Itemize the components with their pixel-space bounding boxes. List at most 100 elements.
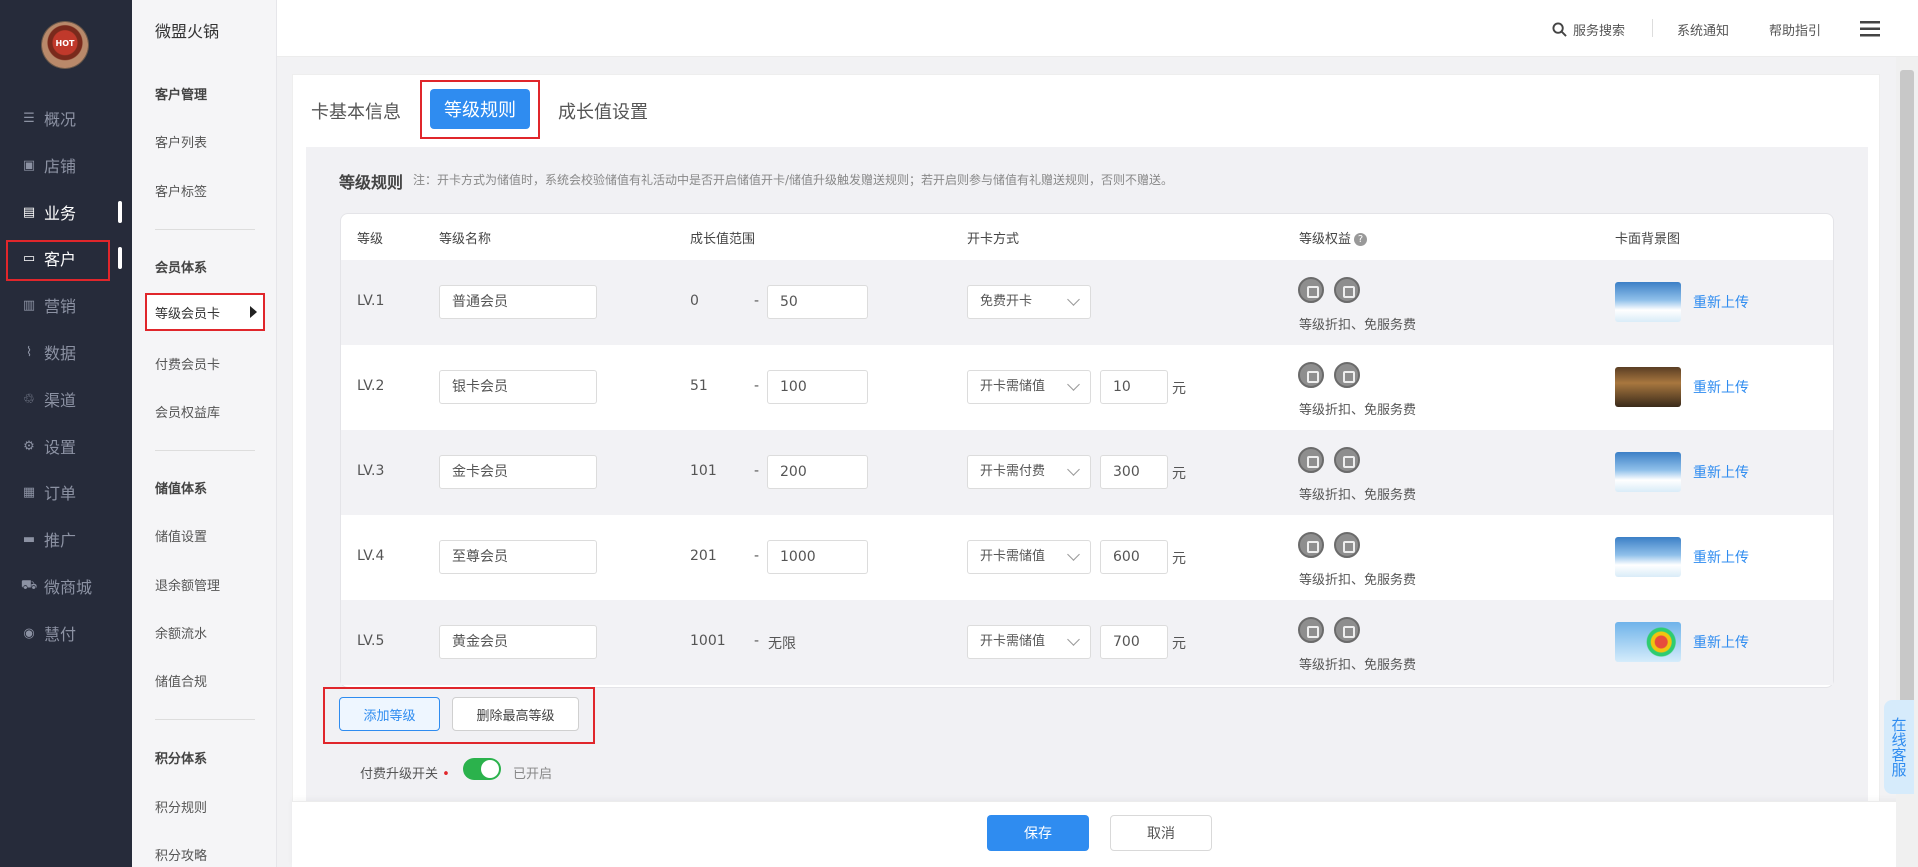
level-name-input[interactable]: 至尊会员 xyxy=(439,540,597,574)
discount-icon[interactable] xyxy=(1298,532,1324,558)
range-dash: - xyxy=(754,378,760,394)
col-header-background: 卡面背景图 xyxy=(1615,232,1681,247)
gear-icon: ⚙ xyxy=(23,438,35,454)
reupload-link[interactable]: 重新上传 xyxy=(1693,632,1749,652)
subnav-item-paid-card[interactable]: 付费会员卡 xyxy=(155,354,220,373)
subnav-item-customer-list[interactable]: 客户列表 xyxy=(155,132,207,151)
nav-item-8[interactable]: ▦ 订单 xyxy=(20,477,118,507)
subnav-item-points-rules[interactable]: 积分规则 xyxy=(155,797,207,816)
benefits-text: 等级折扣、免服务费 xyxy=(1299,488,1417,503)
subnav-section-customer: 客户管理 xyxy=(155,88,208,103)
nav-item-11[interactable]: ◉ 慧付 xyxy=(20,618,118,648)
reupload-link[interactable]: 重新上传 xyxy=(1693,377,1749,397)
discount-icon[interactable] xyxy=(1298,617,1324,643)
card-background-thumbnail xyxy=(1615,537,1681,577)
subnav-item-stored-value-settings[interactable]: 储值设置 xyxy=(155,526,207,545)
list-icon: ☰ xyxy=(23,110,35,126)
level-name-input[interactable]: 普通会员 xyxy=(439,285,597,319)
service-fee-icon[interactable] xyxy=(1334,617,1360,643)
service-search-button[interactable]: 服务搜索 xyxy=(1552,20,1625,39)
service-fee-icon[interactable] xyxy=(1334,277,1360,303)
paid-upgrade-toggle[interactable] xyxy=(463,758,501,780)
paid-upgrade-label-text: 付费升级开关 xyxy=(360,767,439,782)
open-amount-input[interactable]: 10 xyxy=(1100,370,1168,404)
discount-icon[interactable] xyxy=(1298,447,1324,473)
growth-max-input[interactable]: 50 xyxy=(767,285,868,319)
save-button[interactable]: 保存 xyxy=(987,815,1089,851)
open-method-select[interactable]: 开卡需付费 xyxy=(967,455,1091,489)
reupload-link[interactable]: 重新上传 xyxy=(1693,462,1749,482)
nav-item-5[interactable]: ⌇ 数据 xyxy=(20,337,118,367)
subnav-section-member: 会员体系 xyxy=(155,261,208,276)
store-icon: ▣ xyxy=(22,157,36,173)
growth-min: 0 xyxy=(690,293,699,309)
online-support-button[interactable]: 在线客服 xyxy=(1884,700,1914,794)
open-amount-input[interactable]: 600 xyxy=(1100,540,1168,574)
growth-max-input[interactable]: 200 xyxy=(767,455,868,489)
paid-upgrade-status: 已开启 xyxy=(513,767,553,782)
nav-item-9[interactable]: ▬ 推广 xyxy=(20,524,118,554)
highlight-customer-nav xyxy=(6,240,110,281)
reupload-link[interactable]: 重新上传 xyxy=(1693,547,1749,567)
open-method-select[interactable]: 开卡需储值 xyxy=(967,625,1091,659)
service-search-label: 服务搜索 xyxy=(1573,24,1626,39)
divider xyxy=(155,450,255,451)
open-method-select[interactable]: 开卡需储值 xyxy=(967,370,1091,404)
growth-max-input[interactable]: 100 xyxy=(767,370,868,404)
growth-min: 1001 xyxy=(690,633,726,649)
card-background-thumbnail xyxy=(1615,622,1681,662)
level-name-input[interactable]: 金卡会员 xyxy=(439,455,597,489)
open-method-value: 开卡需储值 xyxy=(980,549,1046,564)
service-fee-icon[interactable] xyxy=(1334,532,1360,558)
growth-max-unlimited: 无限 xyxy=(768,636,796,652)
col-header-benefits-label: 等级权益 xyxy=(1299,232,1352,247)
cancel-button[interactable]: 取消 xyxy=(1110,815,1212,851)
subnav-section-points: 积分体系 xyxy=(155,752,208,767)
trend-icon: ⌇ xyxy=(25,344,33,360)
growth-max-input[interactable]: 1000 xyxy=(767,540,868,574)
reupload-link[interactable]: 重新上传 xyxy=(1693,292,1749,312)
open-amount-input[interactable]: 300 xyxy=(1100,455,1168,489)
benefits-text: 等级折扣、免服务费 xyxy=(1299,658,1417,673)
help-icon[interactable]: ? xyxy=(1354,233,1368,246)
sub-nav: 微盟火锅 客户管理 客户列表 客户标签 会员体系 付费会员卡 会员权益库 储值体… xyxy=(132,0,277,867)
subnav-item-balance-flow[interactable]: 余额流水 xyxy=(155,623,207,642)
subnav-item-stored-value-compliance[interactable]: 储值合规 xyxy=(155,671,207,690)
menu-icon[interactable] xyxy=(1860,20,1880,38)
tab-growth-settings[interactable]: 成长值设置 xyxy=(558,98,648,124)
nav-item-10[interactable]: ⛟ 微商城 xyxy=(20,571,118,601)
subnav-item-points-guide[interactable]: 积分攻略 xyxy=(155,845,207,864)
open-method-select[interactable]: 开卡需储值 xyxy=(967,540,1091,574)
service-fee-icon[interactable] xyxy=(1334,362,1360,388)
nav-item-7[interactable]: ⚙ 设置 xyxy=(20,431,118,461)
system-notice-link[interactable]: 系统通知 xyxy=(1677,20,1729,39)
col-header-benefits: 等级权益? xyxy=(1299,228,1368,247)
tab-basic-info[interactable]: 卡基本信息 xyxy=(311,98,401,124)
help-guide-link[interactable]: 帮助指引 xyxy=(1769,20,1821,39)
open-method-value: 开卡需付费 xyxy=(980,464,1046,479)
scrollbar-thumb[interactable] xyxy=(1900,70,1914,790)
active-indicator xyxy=(118,247,122,269)
nav-item-4[interactable]: ▥ 营销 xyxy=(20,290,118,320)
subnav-item-customer-tags[interactable]: 客户标签 xyxy=(155,181,207,200)
open-method-select[interactable]: 免费开卡 xyxy=(967,285,1091,319)
open-amount-input[interactable]: 700 xyxy=(1100,625,1168,659)
nav-item-2[interactable]: ▤ 业务 xyxy=(20,197,122,227)
brand-logo[interactable]: HOT xyxy=(42,22,88,68)
subnav-item-benefit-library[interactable]: 会员权益库 xyxy=(155,402,220,421)
nav-item-label: 慧付 xyxy=(44,625,77,644)
nav-item-6[interactable]: ♲ 渠道 xyxy=(20,384,118,414)
nav-item-label: 微商城 xyxy=(44,578,93,597)
level-name-input[interactable]: 银卡会员 xyxy=(439,370,597,404)
discount-icon[interactable] xyxy=(1298,362,1324,388)
nav-item-label: 数据 xyxy=(44,344,77,363)
discount-icon[interactable] xyxy=(1298,277,1324,303)
nav-item-0[interactable]: ☰ 概况 xyxy=(20,103,118,133)
service-fee-icon[interactable] xyxy=(1334,447,1360,473)
level-name-input[interactable]: 黄金会员 xyxy=(439,625,597,659)
cart-icon: ⛟ xyxy=(20,577,38,593)
subnav-item-refund-balance[interactable]: 退余额管理 xyxy=(155,575,220,594)
nav-item-label: 设置 xyxy=(44,438,77,457)
col-header-level: 等级 xyxy=(357,232,384,247)
nav-item-1[interactable]: ▣ 店铺 xyxy=(20,150,118,180)
